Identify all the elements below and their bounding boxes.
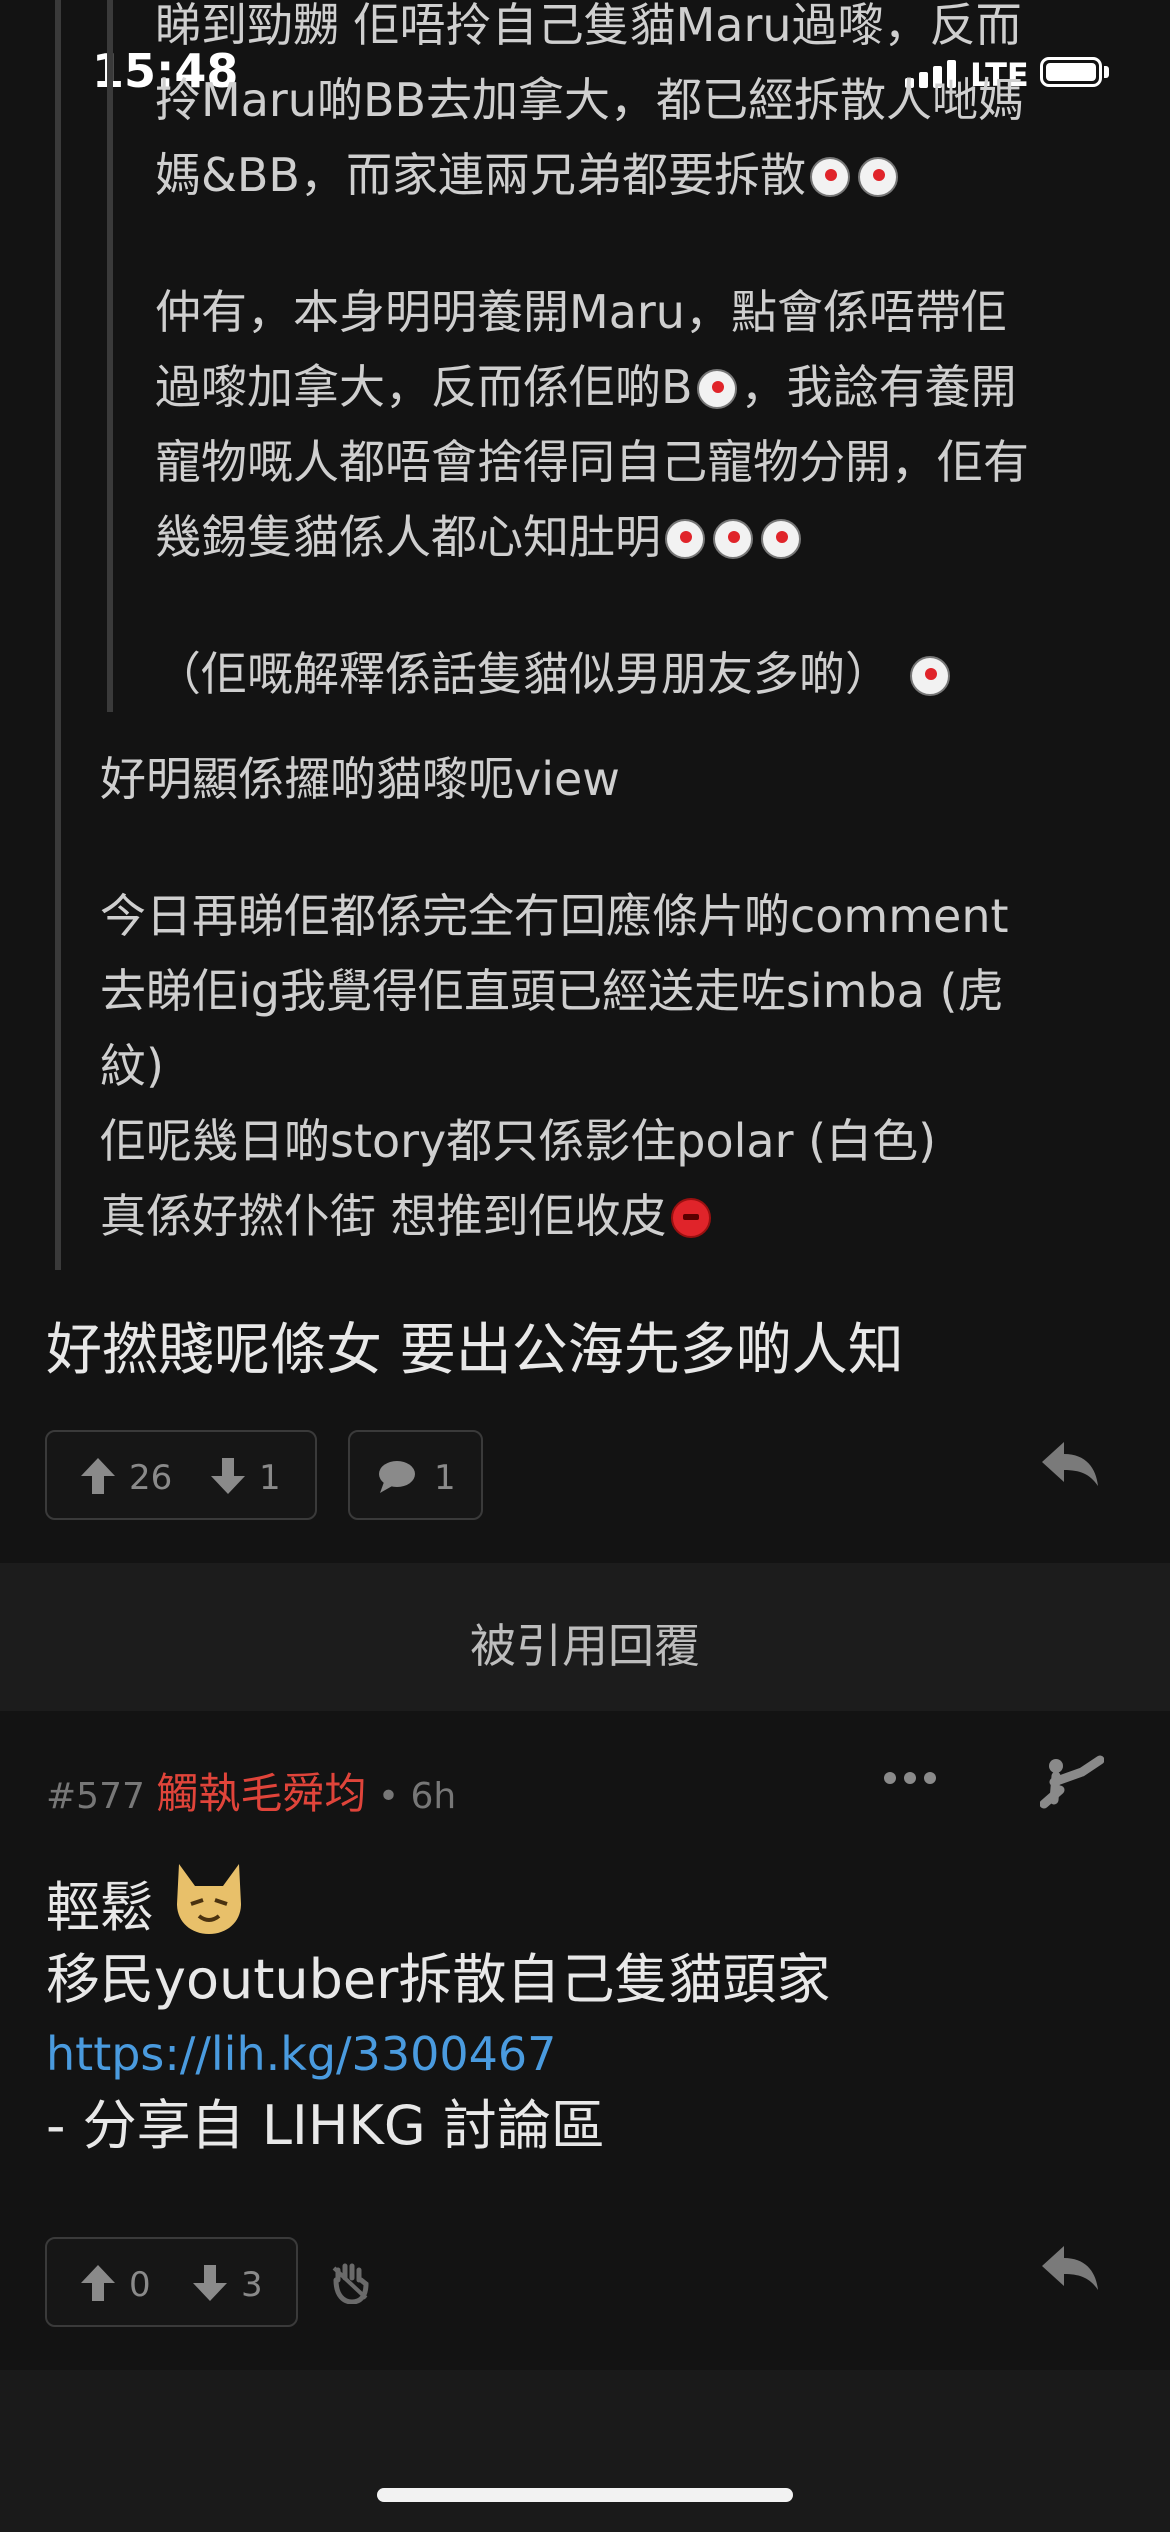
comment-button[interactable]: 1 xyxy=(348,1430,483,1520)
nested-quote-line: 拎Maru啲BB去加拿大，都已經拆散人哋媽 xyxy=(155,73,1025,127)
emoticon-icon xyxy=(713,519,753,559)
reply-icon[interactable] xyxy=(1040,1440,1100,1490)
nested-quote-line: 寵物嘅人都唔會捨得同自己寵物分開，佢有 xyxy=(155,435,1029,489)
emoticon-icon xyxy=(810,157,850,197)
reply-icon[interactable] xyxy=(1040,2244,1100,2294)
quote-line: 去睇佢ig我覺得佢直頭已經送走咗simba (虎 xyxy=(100,964,1004,1018)
downvote-icon[interactable] xyxy=(211,1458,245,1494)
nested-quote-line: ，我諗有養開 xyxy=(740,360,1017,414)
share-icon[interactable] xyxy=(1040,1752,1104,1812)
section-title: 被引用回覆 xyxy=(470,1619,700,1673)
upvote-count: 0 xyxy=(129,2265,151,2305)
quote-line: 好明顯係攞啲貓嚟呃view xyxy=(100,752,620,806)
quote-line: 紋) xyxy=(100,1039,164,1093)
emoticon-icon xyxy=(909,656,950,696)
nested-quote-line: （佢嘅解釋係話隻貓似男朋友多啲） xyxy=(155,647,891,701)
nested-quote-line: 睇到勁嬲 佢唔拎自己隻貓Maru過嚟，反而 xyxy=(155,0,1022,52)
emoticon-icon xyxy=(696,369,737,409)
downvote-count: 1 xyxy=(259,1458,281,1498)
post-line: - 分享自 LIHKG 討論區 xyxy=(46,2094,605,2157)
emoticon-icon xyxy=(761,519,801,559)
nested-quote-line: 過嚟加拿大，反而係佢啲B xyxy=(155,360,693,414)
comment-count: 1 xyxy=(434,1458,456,1498)
floor-number: #577 xyxy=(46,1776,145,1817)
emoticon-icon xyxy=(858,157,898,197)
downvote-count: 3 xyxy=(241,2265,263,2305)
bottom-area xyxy=(0,2370,1170,2532)
nested-quote-line: 仲有，本身明明養開Maru，點會係唔帶佢 xyxy=(155,285,1007,339)
post-line: 輕鬆 xyxy=(46,1876,154,1939)
nested-quote: 睇到勁嬲 佢唔拎自己隻貓Maru過嚟，反而 拎Maru啲BB去加拿大，都已經拆散… xyxy=(155,0,1130,712)
block-icon[interactable] xyxy=(330,2262,370,2304)
nested-quote-line: 幾錫隻貓係人都心知肚明 xyxy=(155,510,661,564)
upvote-count: 26 xyxy=(129,1458,173,1498)
quote: 好明顯係攞啲貓嚟呃view 今日再睇佢都係完全冇回應條片啲comment 去睇佢… xyxy=(100,742,1110,1254)
more-icon[interactable] xyxy=(882,1768,938,1788)
quote-line: 佢呢幾日啲story都只係影住polar (白色) xyxy=(100,1114,937,1168)
cat-emoticon-icon xyxy=(177,1864,242,1934)
quote-bar-outer xyxy=(55,0,61,1270)
downvote-icon[interactable] xyxy=(193,2265,227,2301)
angry-emoticon-icon xyxy=(670,1198,711,1238)
author-name[interactable]: 觸執毛舜均 xyxy=(156,1769,366,1818)
post-line: 移民youtuber拆散自己隻貓頭家 xyxy=(46,1948,831,2011)
post-meta: #577 觸執毛舜均 • 6h xyxy=(46,1760,456,1821)
vote-button-group[interactable]: 26 1 xyxy=(45,1430,317,1520)
nested-quote-line: 媽&BB，而家連兩兄弟都要拆散 xyxy=(155,148,806,202)
post-link[interactable]: https://lih.kg/3300467 xyxy=(46,2027,556,2081)
post-body: 輕鬆 移民youtuber拆散自己隻貓頭家 https://lih.kg/330… xyxy=(46,1860,1126,2162)
post-vote-button-group[interactable]: 0 3 xyxy=(45,2237,298,2327)
quote-bar-inner xyxy=(107,0,113,712)
reply-text: 好撚賤呢條女 要出公海先多啲人知 xyxy=(46,1318,904,1383)
emoticon-icon xyxy=(665,519,705,559)
quote-line: 真係好撚仆街 想推到佢收皮 xyxy=(100,1189,667,1243)
upvote-icon[interactable] xyxy=(81,1458,115,1494)
upvote-icon[interactable] xyxy=(81,2265,115,2301)
home-indicator[interactable] xyxy=(377,2488,793,2502)
post-time: • 6h xyxy=(377,1776,457,1817)
quote-line: 今日再睇佢都係完全冇回應條片啲comment xyxy=(100,889,1009,943)
comment-icon xyxy=(379,1461,415,1493)
